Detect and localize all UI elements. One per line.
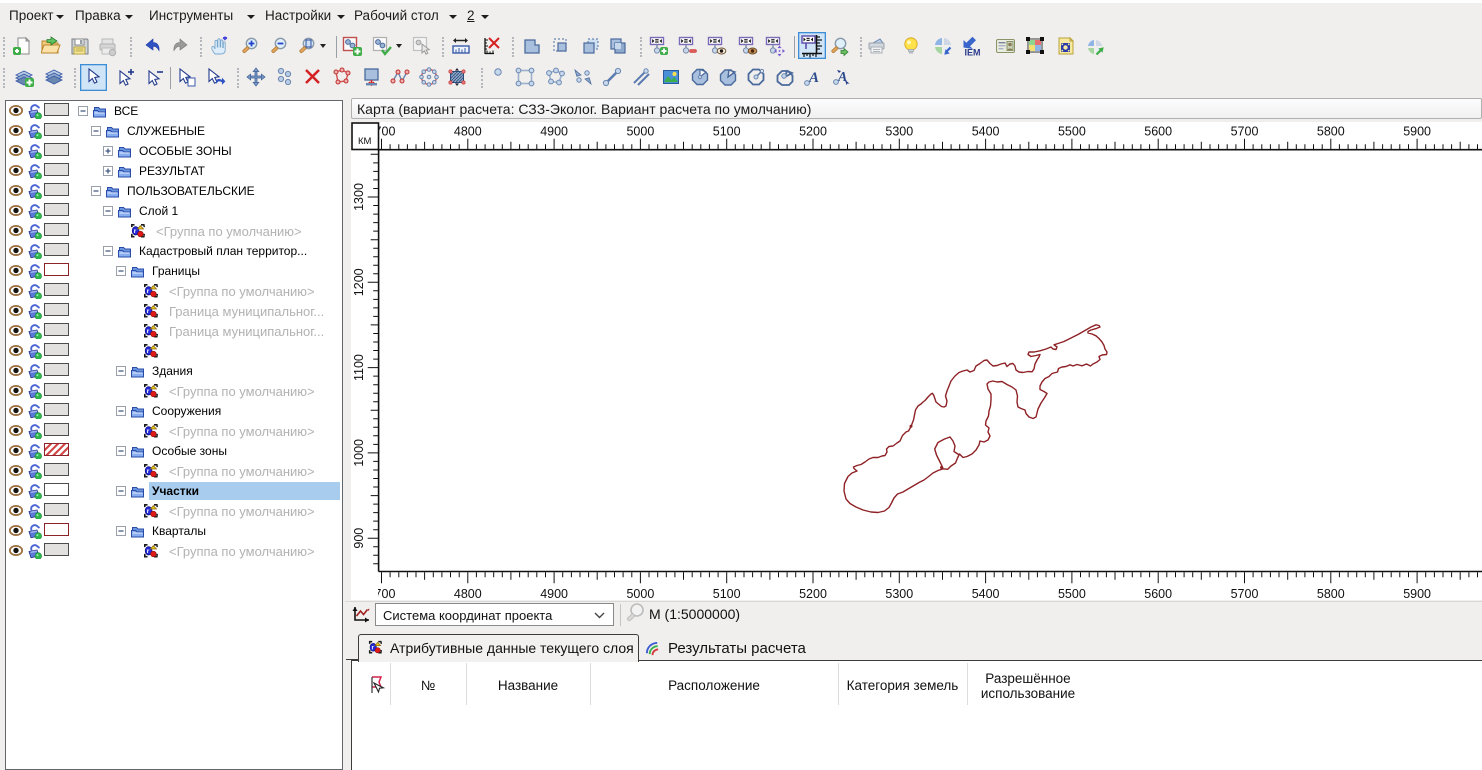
svg-text:4800: 4800 — [454, 125, 482, 139]
svg-text:5900: 5900 — [1403, 125, 1431, 139]
svg-text:4900: 4900 — [540, 587, 568, 600]
svg-text:5200: 5200 — [799, 587, 827, 600]
svg-text:5200: 5200 — [799, 125, 827, 139]
svg-text:КМ: КМ — [358, 136, 372, 147]
svg-text:4900: 4900 — [540, 125, 568, 139]
svg-text:5000: 5000 — [626, 125, 654, 139]
svg-text:900: 900 — [352, 528, 366, 549]
svg-text:5500: 5500 — [1058, 125, 1086, 139]
svg-text:1300: 1300 — [352, 183, 366, 211]
svg-text:5400: 5400 — [972, 587, 1000, 600]
svg-text:5100: 5100 — [713, 587, 741, 600]
svg-text:1100: 1100 — [352, 354, 366, 381]
svg-text:1000: 1000 — [352, 439, 366, 467]
svg-text:4800: 4800 — [454, 587, 482, 600]
svg-text:5500: 5500 — [1058, 587, 1086, 600]
svg-text:5400: 5400 — [972, 125, 1000, 139]
svg-text:5700: 5700 — [1231, 587, 1259, 600]
svg-text:5800: 5800 — [1317, 125, 1345, 139]
svg-text:5700: 5700 — [1231, 125, 1259, 139]
svg-text:5300: 5300 — [885, 125, 913, 139]
svg-text:IEM: IEM — [965, 48, 981, 58]
svg-text:5600: 5600 — [1144, 125, 1172, 139]
svg-text:5000: 5000 — [626, 587, 654, 600]
svg-text:5300: 5300 — [885, 587, 913, 600]
svg-text:5900: 5900 — [1403, 587, 1431, 600]
svg-text:5100: 5100 — [713, 125, 741, 139]
svg-text:5600: 5600 — [1144, 587, 1172, 600]
svg-text:5800: 5800 — [1317, 587, 1345, 600]
svg-text:1200: 1200 — [352, 268, 366, 296]
